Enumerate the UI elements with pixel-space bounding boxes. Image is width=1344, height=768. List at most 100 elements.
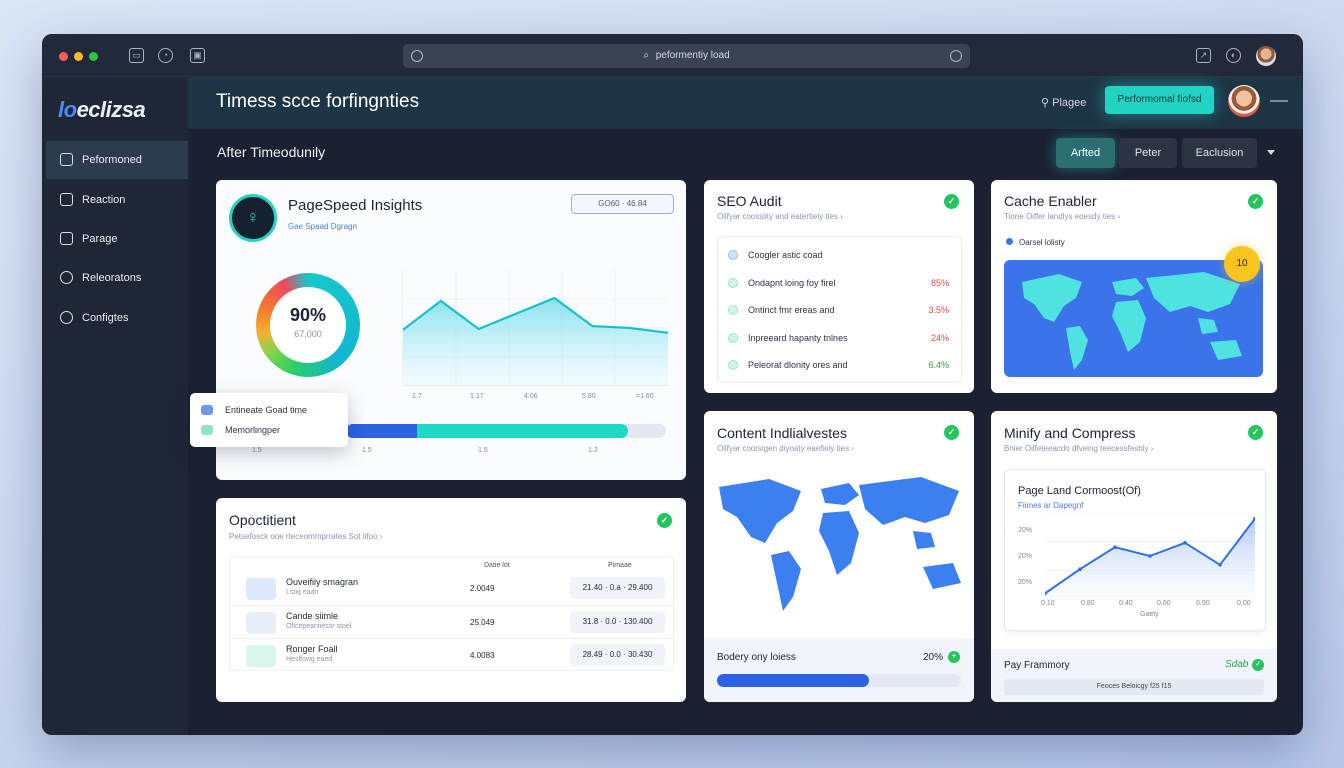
x-tick: 0.80 [1081, 600, 1095, 607]
pin-icon: ⚲ [1041, 97, 1053, 109]
optimization-card: Opoctitient Petsefosck ooe rteceommprrat… [216, 498, 686, 702]
share-icon[interactable]: ↗ [1196, 48, 1211, 63]
data-point [1113, 545, 1117, 549]
sidebar-item-reaction[interactable]: Reaction [46, 181, 188, 219]
add-icon[interactable]: + [948, 651, 960, 663]
reload-icon[interactable] [950, 50, 962, 62]
x-tick: 5.80 [582, 393, 596, 400]
segment-peter[interactable]: Peter [1119, 138, 1177, 168]
sidebar-item-label: Configtes [82, 312, 129, 324]
column-header: Datie lot [484, 562, 510, 569]
x-tick: 0.00 [1237, 600, 1251, 607]
menu-icon[interactable] [1270, 100, 1288, 102]
sidebar-item-parage[interactable]: Parage [46, 220, 188, 258]
world-map-svg [1022, 272, 1242, 370]
bar-tick: 1.2 [588, 447, 598, 454]
score-tag[interactable]: GO60 · 46.84 [571, 194, 674, 214]
app-logo: loeclizsa [58, 97, 146, 122]
chevron-down-icon[interactable] [1267, 150, 1275, 155]
list-item[interactable]: Coogler astic coad [728, 245, 953, 265]
world-map [1004, 260, 1263, 377]
x-caption: Gaety [1140, 611, 1159, 618]
range-field[interactable]: 21.40 · 0.a · 29.400 [570, 577, 665, 599]
content-progress-fill [717, 674, 869, 687]
card-title: Cache Enabler [1004, 193, 1097, 209]
range-field[interactable]: 28.49 · 0.0 · 30.430 [570, 644, 665, 666]
minimize-window-button[interactable] [74, 52, 83, 61]
list-item[interactable]: Inpreeard hapanty tnlnes 24% [728, 328, 953, 348]
extension-icon[interactable]: ◐ [1226, 48, 1241, 63]
sidebar-toggle-icon[interactable]: ▭ [129, 48, 144, 63]
x-tick: =1.60 [636, 393, 654, 400]
browser-icon [60, 232, 73, 245]
load-line-chart [1045, 512, 1255, 600]
audit-list: Coogler astic coad Ondapnt loing foy fir… [717, 236, 962, 383]
list-item[interactable]: Ondapnt loing foy firel 85% [728, 273, 953, 293]
file-icon [246, 612, 276, 634]
card-subtitle: Bnier Oilfeteeacdo dfveing teecessfesbly… [1004, 444, 1154, 453]
x-tick: 1.7 [412, 393, 422, 400]
check-icon: ✓ [1252, 659, 1264, 671]
primary-action-button[interactable]: Performomal fiofsd [1105, 86, 1214, 114]
legend-item[interactable]: Entineate Goad time [201, 405, 307, 415]
lightbulb-icon: ♀ [229, 194, 277, 242]
sidebar-item-label: Peformoned [82, 154, 142, 166]
user-avatar[interactable] [1228, 85, 1260, 117]
home-icon [60, 193, 73, 206]
range-field[interactable]: 31.8 · 0.0 · 130.400 [570, 611, 665, 633]
sidebar-item-label: Releoratons [82, 272, 142, 284]
location-link[interactable]: ⚲ Plagee [1041, 96, 1086, 109]
legend-swatch [201, 405, 213, 415]
tab-icon[interactable]: ▣ [190, 48, 205, 63]
image-icon [246, 578, 276, 600]
pay-bar[interactable]: Feoces Beloicgy f25 f15 [1004, 679, 1264, 695]
performance-chart [402, 270, 669, 386]
x-tick: 4.06 [524, 393, 538, 400]
sidebar-item-releoratons[interactable]: Releoratons [46, 259, 188, 297]
site-info-icon[interactable] [411, 50, 423, 62]
sidebar-item-peformoned[interactable]: Peformoned [46, 141, 188, 179]
list-item[interactable]: Ontinct fmr ereas and 3.5% [728, 300, 953, 320]
performance-chart-svg [402, 270, 669, 386]
area-fill [403, 298, 668, 386]
card-title: Opoctitient [229, 512, 296, 528]
check-icon: ✓ [1248, 425, 1263, 440]
maximize-window-button[interactable] [89, 52, 98, 61]
legend-item[interactable]: Memorlingper [201, 425, 280, 435]
close-window-button[interactable] [59, 52, 68, 61]
table-row[interactable]: Ronger Foall Heslfowg eaed 4.0083 28.49 … [230, 638, 675, 671]
sidebar-item-label: Reaction [82, 194, 126, 206]
card-title: PageSpeed Insights [288, 197, 423, 214]
table-row[interactable]: Cande siimle Oficepeantiessr stoel 25.04… [230, 605, 675, 638]
check-icon: ✓ [1248, 194, 1263, 209]
minify-card: Minify and Compress Bnier Oilfeteeacdo d… [991, 411, 1277, 702]
footer-label: Bodery ony loiess [717, 652, 796, 663]
data-point [1183, 541, 1187, 545]
segment-eaclusion[interactable]: Eaclusion [1182, 138, 1257, 168]
alert-badge[interactable]: 10 [1224, 246, 1260, 282]
bar-tick: 1.5 [362, 447, 372, 454]
table-row[interactable]: Ouveifiiy smagran Lstiq eaan 2.0049 21.4… [230, 572, 675, 605]
profile-avatar[interactable] [1256, 46, 1276, 66]
url-text: peformentiy load [655, 50, 730, 61]
key-icon [246, 645, 276, 667]
check-icon: ✓ [657, 513, 672, 528]
data-point [1078, 567, 1082, 571]
bar-tick: 1.5 [252, 447, 262, 454]
legend-swatch [201, 425, 213, 435]
sidebar: loeclizsa Peformoned Reaction Parage Rel… [42, 77, 188, 735]
address-bar[interactable]: ⌕ peformentiy load [403, 44, 970, 68]
progress-segment-a [346, 424, 417, 438]
data-point [1218, 563, 1222, 567]
card-title: Content Indlialvestes [717, 425, 847, 441]
list-item[interactable]: Peleorat dlonity ores and 6.4% [728, 355, 953, 375]
cache-enabler-card: Cache Enabler Tione Oiffer landlys eoesd… [991, 180, 1277, 393]
x-tick: 0.40 [1119, 600, 1133, 607]
history-icon[interactable]: ◔ [158, 48, 173, 63]
segment-arfted[interactable]: Arfted [1056, 138, 1115, 168]
sidebar-item-configtes[interactable]: Configtes [46, 299, 188, 337]
footer-value: 20% [923, 652, 944, 663]
content-progress-bar [717, 674, 961, 687]
score-sub: 67,000 [294, 329, 322, 339]
card-title: Minify and Compress [1004, 425, 1136, 441]
